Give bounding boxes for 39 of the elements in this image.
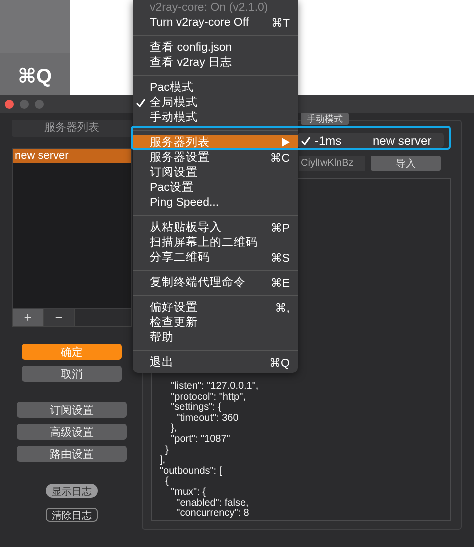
import-field[interactable]: CiylIwKlnBz [299,156,365,171]
menu-shortcut: ⌘Q [18,65,52,89]
menu-item[interactable]: 服务器设置 ⌘C [133,150,298,165]
code-line: "port": "1087" [170,434,232,446]
code-line: "concurrency": 8 [176,509,250,520]
close-button[interactable] [5,100,14,108]
menu-item[interactable]: 订阅设置 [133,165,298,180]
settings-button[interactable]: 高级设置 [17,424,127,440]
code-line: ], [160,456,166,466]
cancel-button[interactable]: 取消 [22,366,122,382]
server-item[interactable]: new server [13,149,131,163]
settings-button[interactable]: 订阅设置 [17,402,127,418]
menu-item[interactable]: 查看 config.json [133,40,298,55]
log-button[interactable]: 显示日志 [46,484,98,498]
menu-item[interactable]: 手动模式 [133,110,298,125]
zoom-button[interactable] [35,100,44,108]
list-header: 服务器列表 [12,120,132,137]
code-line: "protocol": "http", [170,392,247,403]
submenu-item[interactable]: -1ms new server [298,134,444,147]
code-line: "settings": { [170,403,222,414]
code-line: "outbounds": [ [160,466,224,477]
mode-button[interactable]: 手动模式 [301,113,349,125]
add-button[interactable]: + [13,309,44,326]
minimize-button[interactable] [20,100,29,108]
log-button[interactable]: 清除日志 [46,508,98,522]
code-line: "mux": { [170,488,208,498]
code-line: "listen": "127.0.0.1", [170,382,260,392]
code-line: { [164,477,170,488]
code-line: } [165,446,170,456]
menu-item[interactable]: Pac模式 [133,80,298,95]
remove-button[interactable]: − [44,309,75,326]
code-line: "timeout": 360 [176,414,240,424]
settings-button[interactable]: 路由设置 [17,446,127,462]
code-line: }, [170,424,178,435]
menu-item[interactable]: Turn v2ray-core Off ⌘T [133,15,298,30]
code-line: "enabled": false, [176,498,250,509]
import-button[interactable]: 导入 [371,156,441,171]
submenu-arrow-icon [282,138,290,147]
menu-item[interactable]: 查看 v2ray 日志 [133,55,298,70]
